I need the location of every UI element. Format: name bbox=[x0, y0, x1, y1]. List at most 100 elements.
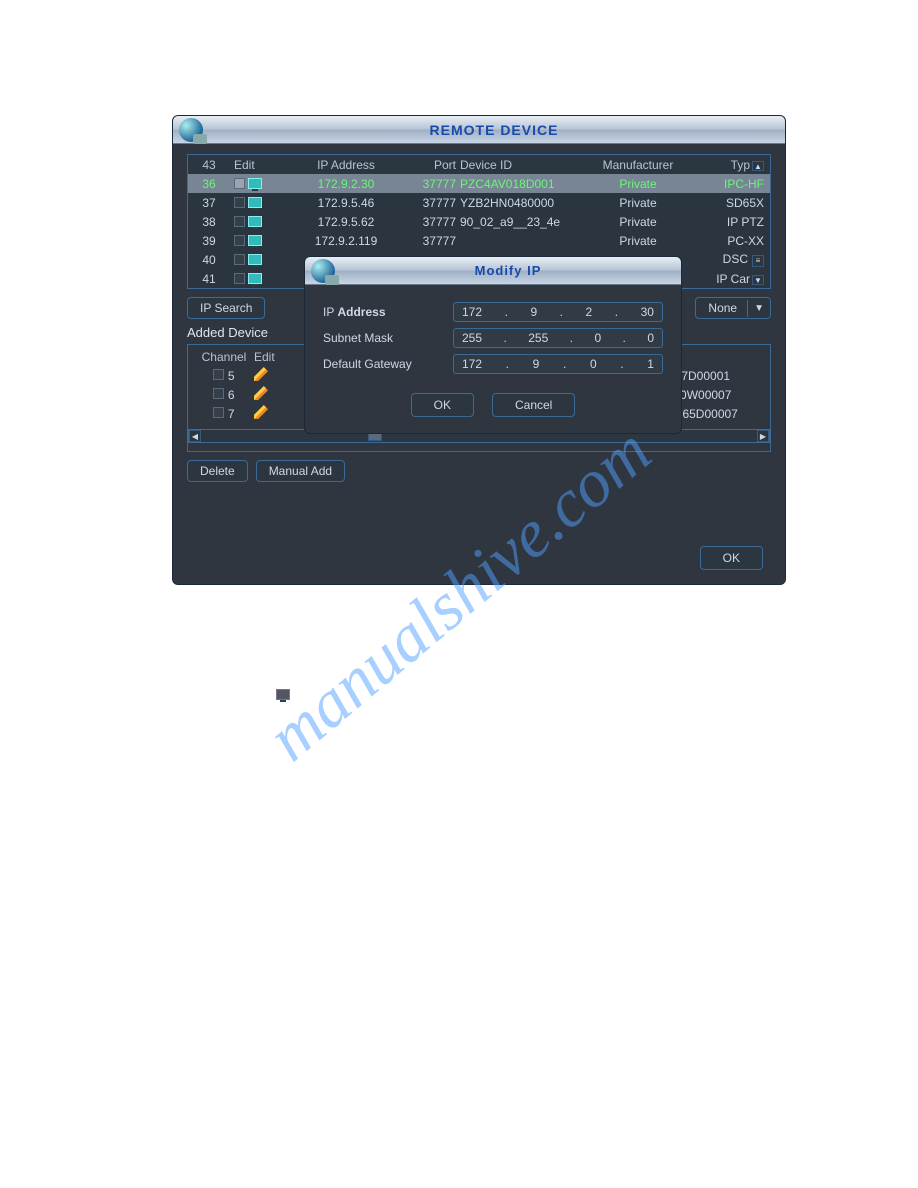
filter-dropdown-label: None bbox=[696, 298, 747, 318]
delete-button[interactable]: Delete bbox=[187, 460, 248, 482]
cell-deviceid: 90_02_a9__23_4e bbox=[460, 215, 590, 229]
cell-mfr: Private bbox=[590, 196, 686, 210]
ip-address-input[interactable]: 172. 9. 2. 30 bbox=[453, 302, 663, 322]
col-edit[interactable]: Edit bbox=[230, 158, 286, 172]
ok-button[interactable]: OK bbox=[700, 546, 763, 570]
ip-octet[interactable]: 255 bbox=[528, 331, 548, 345]
subnet-mask-label: Subnet Mask bbox=[323, 331, 453, 345]
cell-port: 37777 bbox=[406, 196, 460, 210]
row-checkbox[interactable] bbox=[213, 407, 224, 418]
modify-ip-dialog: Modify IP IP IP AddressAddress 172. 9. 2… bbox=[304, 256, 682, 434]
col-count[interactable]: 43 bbox=[188, 158, 230, 172]
app-icon bbox=[311, 259, 335, 283]
cell-mfr: Private bbox=[590, 234, 686, 248]
pencil-icon[interactable] bbox=[254, 367, 268, 381]
row-checkbox[interactable] bbox=[234, 216, 245, 227]
device-edit-icon[interactable] bbox=[248, 197, 262, 208]
ip-address-label: IP IP AddressAddress bbox=[323, 305, 453, 319]
row-checkbox[interactable] bbox=[234, 197, 245, 208]
scroll-down-icon[interactable]: ▼ bbox=[752, 275, 764, 285]
default-gateway-label: Default Gateway bbox=[323, 357, 453, 371]
table-row[interactable]: 36 172.9.2.30 37777 PZC4AV018D001 Privat… bbox=[188, 174, 770, 193]
chevron-down-icon[interactable]: ▼ bbox=[747, 300, 770, 317]
window-title: REMOTE DEVICE bbox=[203, 122, 785, 138]
ip-octet[interactable]: 255 bbox=[462, 331, 482, 345]
cell-num: 38 bbox=[188, 215, 230, 229]
cell-num: 40 bbox=[188, 253, 230, 267]
table-row[interactable]: 37 172.9.5.46 37777 YZB2HN0480000 Privat… bbox=[188, 193, 770, 212]
row-checkbox[interactable] bbox=[234, 235, 245, 246]
device-edit-icon[interactable] bbox=[248, 235, 262, 246]
ip-octet[interactable]: 0 bbox=[590, 357, 597, 371]
ip-octet[interactable]: 30 bbox=[641, 305, 654, 319]
cell-type: IP PTZ bbox=[686, 215, 770, 229]
default-gateway-input[interactable]: 172. 9. 0. 1 bbox=[453, 354, 663, 374]
device-edit-icon[interactable] bbox=[248, 178, 262, 189]
subnet-mask-input[interactable]: 255. 255. 0. 0 bbox=[453, 328, 663, 348]
row-checkbox[interactable] bbox=[213, 369, 224, 380]
cell-port: 37777 bbox=[406, 234, 460, 248]
sort-up-icon[interactable]: ▲ bbox=[752, 161, 764, 171]
ip-octet[interactable]: 172 bbox=[462, 305, 482, 319]
cell-channel: 5 bbox=[228, 369, 235, 383]
col-manufacturer[interactable]: Manufacturer bbox=[590, 158, 686, 172]
cell-port: 37777 bbox=[406, 215, 460, 229]
table-row[interactable]: 39 172.9.2.119 37777 Private PC-XX bbox=[188, 231, 770, 250]
window-titlebar[interactable]: REMOTE DEVICE bbox=[173, 116, 785, 144]
ip-octet[interactable]: 9 bbox=[530, 305, 537, 319]
cell-deviceid: YZB2HN0480000 bbox=[460, 196, 590, 210]
col-channel[interactable]: Channel bbox=[194, 350, 254, 364]
cell-ip: 172.9.2.30 bbox=[286, 177, 406, 191]
cell-type: PC-XX bbox=[686, 234, 770, 248]
modal-titlebar[interactable]: Modify IP bbox=[305, 257, 681, 285]
ip-octet[interactable]: 2 bbox=[586, 305, 593, 319]
table-row[interactable]: 38 172.9.5.62 37777 90_02_a9__23_4e Priv… bbox=[188, 212, 770, 231]
cell-channel: 7 bbox=[228, 407, 235, 421]
app-icon bbox=[179, 118, 203, 142]
col-ip[interactable]: IP Address bbox=[286, 158, 406, 172]
cell-type: SD65X bbox=[686, 196, 770, 210]
pencil-icon[interactable] bbox=[254, 386, 268, 400]
scroll-right-icon[interactable]: ▶ bbox=[757, 430, 769, 442]
modal-cancel-button[interactable]: Cancel bbox=[492, 393, 575, 417]
scroll-left-icon[interactable]: ◀ bbox=[189, 430, 201, 442]
cell-ip: 172.9.5.62 bbox=[286, 215, 406, 229]
cell-num: 37 bbox=[188, 196, 230, 210]
cell-deviceid: PZC4AV018D001 bbox=[460, 177, 590, 191]
col-edit[interactable]: Edit bbox=[254, 350, 298, 364]
device-edit-icon[interactable] bbox=[248, 273, 262, 284]
ip-octet[interactable]: 1 bbox=[647, 357, 654, 371]
row-checkbox[interactable] bbox=[234, 273, 245, 284]
grid-header-row: 43 Edit IP Address Port Device ID Manufa… bbox=[188, 155, 770, 174]
scroll-menu-icon[interactable]: ≡ bbox=[752, 255, 764, 267]
ip-octet[interactable]: 0 bbox=[594, 331, 601, 345]
cell-channel: 6 bbox=[228, 388, 235, 402]
cell-type: IPC-HF bbox=[686, 177, 770, 191]
modal-ok-button[interactable]: OK bbox=[411, 393, 474, 417]
row-checkbox[interactable] bbox=[234, 254, 245, 265]
device-edit-icon bbox=[276, 687, 290, 705]
col-deviceid[interactable]: Device ID bbox=[460, 158, 590, 172]
cell-port: 37777 bbox=[406, 177, 460, 191]
cell-ip: 172.9.5.46 bbox=[286, 196, 406, 210]
col-type[interactable]: Typ▲ bbox=[686, 158, 770, 172]
row-checkbox[interactable] bbox=[234, 178, 245, 189]
device-edit-icon[interactable] bbox=[248, 254, 262, 265]
device-edit-icon[interactable] bbox=[248, 216, 262, 227]
col-port[interactable]: Port bbox=[406, 158, 460, 172]
pencil-icon[interactable] bbox=[254, 405, 268, 419]
filter-dropdown[interactable]: None ▼ bbox=[695, 297, 771, 319]
row-checkbox[interactable] bbox=[213, 388, 224, 399]
ip-search-button[interactable]: IP Search bbox=[187, 297, 265, 319]
manual-add-button[interactable]: Manual Add bbox=[256, 460, 345, 482]
cell-ip: 172.9.2.119 bbox=[286, 234, 406, 248]
ip-octet[interactable]: 0 bbox=[647, 331, 654, 345]
cell-mfr: Private bbox=[590, 177, 686, 191]
ip-octet[interactable]: 9 bbox=[533, 357, 540, 371]
modal-title: Modify IP bbox=[335, 263, 681, 278]
cell-type: IP Car▼ bbox=[686, 272, 770, 286]
cell-type: DSC≡ bbox=[686, 252, 770, 267]
cell-num: 39 bbox=[188, 234, 230, 248]
cell-num: 41 bbox=[188, 272, 230, 286]
ip-octet[interactable]: 172 bbox=[462, 357, 482, 371]
